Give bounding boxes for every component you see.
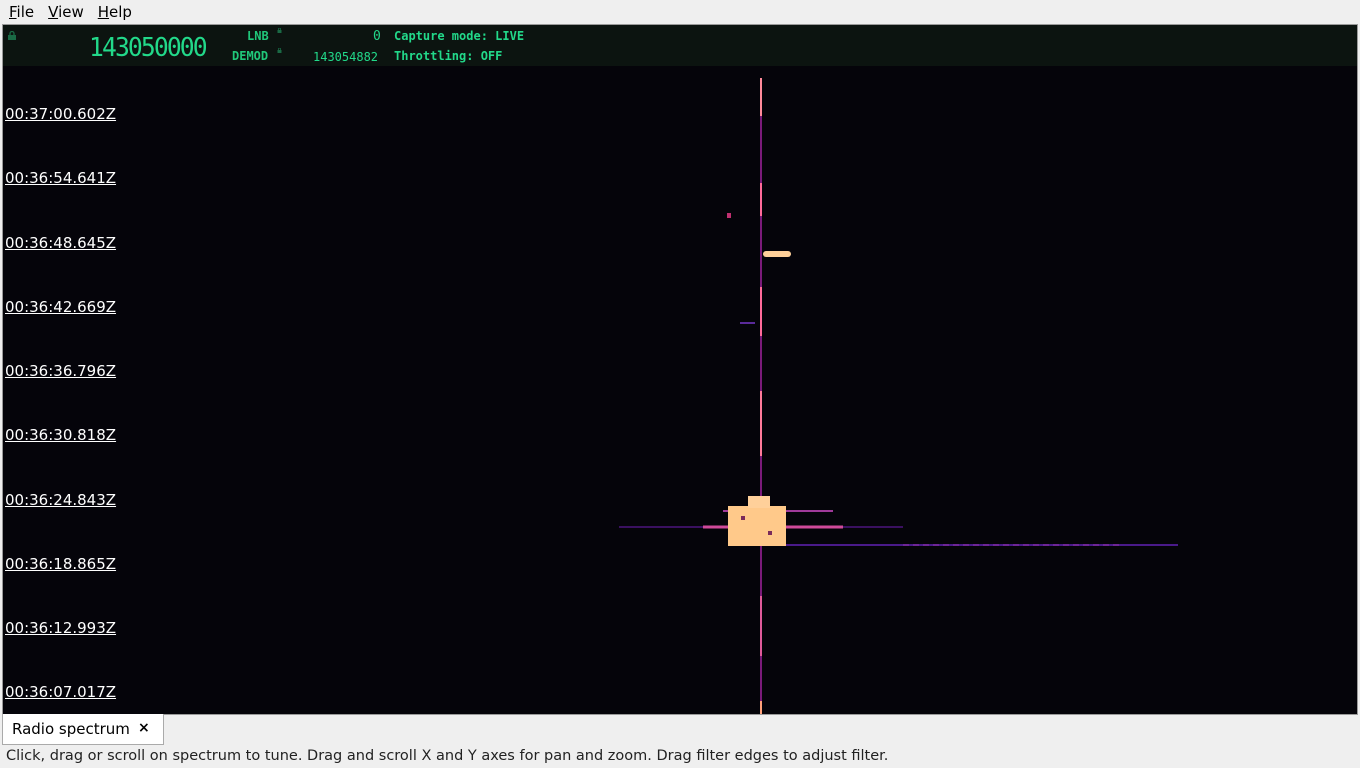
signal-burst [748, 496, 770, 508]
time-axis-label[interactable]: 00:36:07.017Z [5, 683, 116, 701]
time-axis-label[interactable]: 00:36:12.993Z [5, 619, 116, 637]
menu-bar: File View Help [0, 0, 1360, 23]
help-hint-text: Click, drag or scroll on spectrum to tun… [6, 748, 889, 764]
center-frequency-display[interactable]: 143050000 [89, 33, 208, 63]
frequency-status-bar: 143050000 LNB 0 DEMOD 143054882 Capture … [3, 25, 1357, 66]
time-axis-label[interactable]: 00:37:00.602Z [5, 105, 116, 123]
time-axis-label[interactable]: 00:36:18.865Z [5, 555, 116, 573]
time-axis-label[interactable]: 00:36:54.641Z [5, 169, 116, 187]
lnb-lock-icon[interactable] [277, 28, 282, 33]
spectrum-panel[interactable]: 143050000 LNB 0 DEMOD 143054882 Capture … [2, 24, 1358, 715]
menu-help[interactable]: Help [93, 3, 137, 21]
time-axis-label[interactable]: 00:36:24.843Z [5, 491, 116, 509]
demod-frequency[interactable]: 143054882 [313, 50, 378, 64]
menu-view[interactable]: View [43, 3, 89, 21]
signal-burst-gap [741, 516, 745, 520]
signal-burst [728, 506, 786, 546]
lock-icon[interactable] [7, 31, 17, 40]
waterfall-display[interactable] [3, 66, 1357, 714]
tab-radio-spectrum[interactable]: Radio spectrum × [2, 714, 164, 745]
time-axis-label[interactable]: 00:36:36.796Z [5, 362, 116, 380]
signal-burst [763, 251, 791, 257]
demod-lock-icon[interactable] [277, 48, 282, 53]
signal-burst-gap [768, 531, 772, 535]
signal-blip [727, 213, 731, 218]
time-axis-label[interactable]: 00:36:48.645Z [5, 234, 116, 252]
close-icon[interactable]: × [138, 720, 150, 736]
menu-file[interactable]: File [4, 3, 39, 21]
throttling-status: Throttling: OFF [394, 49, 503, 63]
capture-mode-status: Capture mode: LIVE [394, 29, 525, 43]
lnb-value[interactable]: 0 [373, 29, 381, 44]
tab-label: Radio spectrum [12, 720, 130, 738]
time-axis-label[interactable]: 00:36:30.818Z [5, 426, 116, 444]
time-axis-label[interactable]: 00:36:42.669Z [5, 298, 116, 316]
lnb-label: LNB [247, 29, 269, 43]
demod-label: DEMOD [232, 49, 269, 63]
